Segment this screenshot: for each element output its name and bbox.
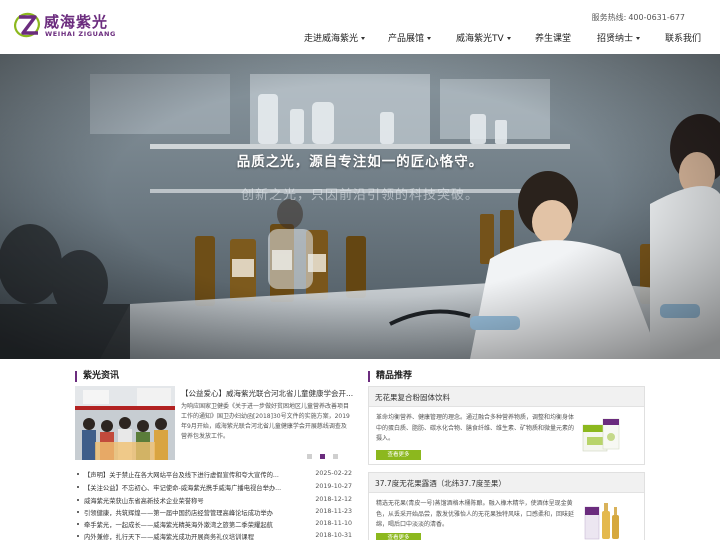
fig-powder-box-image	[582, 418, 620, 452]
nav-label: 联系我们	[665, 34, 702, 44]
product-card-2[interactable]: 37.7度无花果露酒（北纬37.7度圣果） 精选无花果(青皮一号)蒸馏酒格木桶陈…	[368, 472, 645, 540]
news-item-title: 威海紫光荣获山东省高新技术企业荣誉称号	[84, 498, 204, 505]
nav-item-careers[interactable]: 招贤纳士	[597, 31, 641, 44]
brand-name-cn: 威海紫光	[44, 13, 109, 31]
news-list-item[interactable]: 引领健康，共筑辉煌——第一届中国药店经营管理高峰论坛成功举办 2018-11-23	[75, 507, 355, 519]
products-heading: 精品推荐	[368, 371, 412, 382]
caret-down-icon	[427, 37, 432, 40]
news-heading: 紫光资讯	[75, 371, 119, 382]
banner-headline: 品质之光，源自专注如一的匠心恪守。	[236, 154, 484, 170]
hero-banner[interactable]: 品质之光，源自专注如一的匠心恪守。 创新之光，只因前沿引领的科技突破。	[0, 54, 720, 359]
nav-label: 走进威海紫光	[304, 34, 359, 44]
product-description: 精选无花果(青皮一号)蒸馏酒格木桶陈酿。融入橡木精华，使酒体呈现金黄色，从丢采开…	[376, 500, 575, 528]
lab-scene-illustration	[0, 54, 720, 359]
news-list-item[interactable]: 内外兼修，扎行天下——威海紫光成功开展商务礼仪培训课程 2018-10-31	[75, 531, 355, 540]
charity-event-photo	[75, 386, 175, 460]
news-feature-image[interactable]	[75, 386, 175, 460]
bullet-icon	[77, 473, 79, 475]
hotline: 服务热线: 400-0631-677	[592, 12, 685, 23]
nav-label: 威海紫光TV	[456, 34, 504, 44]
slider-dot-1[interactable]	[307, 454, 312, 459]
product-card-header: 无花果复合粉固体饮料	[369, 387, 644, 407]
bullet-icon	[77, 499, 79, 501]
news-item-title: 【关注公益】不忘初心、牢记使命-威海紫光携手威海广播电视台举办...	[84, 485, 282, 492]
bullet-icon	[77, 511, 79, 513]
nav-item-tv[interactable]: 威海紫光TV	[456, 31, 511, 44]
main-nav: 走进威海紫光 产品展馆 威海紫光TV 养生课堂 招贤纳士 联系我们	[290, 31, 710, 45]
banner-subheadline: 创新之光，只因前沿引领的科技突破。	[240, 188, 479, 203]
news-feature-description: 为响应国家卫健委《关于进一步做好贫困地区儿童营养改善项目工作的通知》国卫办妇幼函…	[181, 403, 350, 440]
nav-label: 产品展馆	[388, 34, 425, 44]
news-list-item[interactable]: 威海紫光荣获山东省高新技术企业荣誉称号 2018-12-12	[75, 495, 355, 507]
nav-item-products[interactable]: 产品展馆	[388, 31, 432, 44]
product-description: 革命均衡营养、健康管理的理念。通过融合多种营养物质，调整和均衡身体中的蛋白质、脂…	[376, 414, 575, 442]
news-item-title: 引领健康，共筑辉煌——第一届中国药店经营管理高峰论坛成功举办	[84, 510, 273, 517]
product-card-header: 37.7度无花果露酒（北纬37.7度圣果）	[369, 473, 644, 493]
news-item-title: 内外兼修，扎行天下——威海紫光成功开展商务礼仪培训课程	[84, 534, 255, 540]
view-more-button[interactable]: 查看更多	[376, 533, 421, 540]
product-name[interactable]: 37.7度无花果露酒（北纬37.7度圣果）	[375, 478, 506, 489]
nav-label: 招贤纳士	[597, 34, 634, 44]
news-item-date: 2018-10-31	[315, 532, 352, 539]
fig-wine-bottles-image	[584, 503, 619, 540]
bullet-icon	[77, 523, 79, 525]
site-logo[interactable]: 威海紫光 WEIHAI ZIGUANG	[14, 10, 134, 40]
news-item-date: 2018-11-23	[315, 508, 352, 515]
hotline-label: 服务热线:	[591, 13, 627, 22]
view-more-button[interactable]: 查看更多	[376, 450, 421, 460]
news-item-date: 2018-11-10	[315, 520, 352, 527]
news-feature-title[interactable]: 【公益爱心】威海紫光联合河北省儿童健康学会开...	[181, 388, 356, 399]
nav-item-health-class[interactable]: 养生课堂	[535, 31, 571, 44]
news-item-title: 牵手紫光，一起成长——威海紫光精英海外漱湾之旅第二季荣耀起航	[84, 522, 273, 529]
caret-down-icon	[636, 37, 641, 40]
news-list-item[interactable]: 【声明】关于禁止在各大网站平台及线下进行虚假宣传和夸大宣传的... 2025-02…	[75, 469, 355, 481]
hotline-number[interactable]: 400-0631-677	[628, 13, 685, 22]
news-list-item[interactable]: 牵手紫光，一起成长——威海紫光精英海外漱湾之旅第二季荣耀起航 2018-11-10	[75, 519, 355, 531]
news-list-item[interactable]: 【关注公益】不忘初心、牢记使命-威海紫光携手威海广播电视台举办... 2019-1…	[75, 482, 355, 494]
news-slider-dots	[307, 454, 357, 460]
product-card-1[interactable]: 无花果复合粉固体饮料 革命均衡营养、健康管理的理念。通过融合多种营养物质，调整和…	[368, 386, 645, 465]
nav-item-about[interactable]: 走进威海紫光	[304, 31, 366, 44]
news-item-date: 2019-10-27	[315, 483, 352, 490]
news-item-title: 【声明】关于禁止在各大网站平台及线下进行虚假宣传和夸大宣传的...	[84, 472, 279, 479]
bullet-icon	[77, 486, 79, 488]
news-item-date: 2025-02-22	[315, 470, 352, 477]
slider-dot-2[interactable]	[320, 454, 325, 459]
brand-name-en: WEIHAI ZIGUANG	[45, 30, 116, 38]
caret-down-icon	[361, 37, 366, 40]
slider-dot-3[interactable]	[333, 454, 338, 459]
bullet-icon	[77, 535, 79, 537]
logo-mark-icon	[14, 12, 40, 38]
news-item-date: 2018-12-12	[315, 496, 352, 503]
nav-label: 养生课堂	[535, 34, 572, 44]
site-header: 威海紫光 WEIHAI ZIGUANG 服务热线: 400-0631-677 走进…	[0, 0, 720, 54]
nav-item-contact[interactable]: 联系我们	[665, 31, 701, 44]
product-name[interactable]: 无花果复合粉固体饮料	[375, 392, 450, 403]
caret-down-icon	[506, 37, 511, 40]
